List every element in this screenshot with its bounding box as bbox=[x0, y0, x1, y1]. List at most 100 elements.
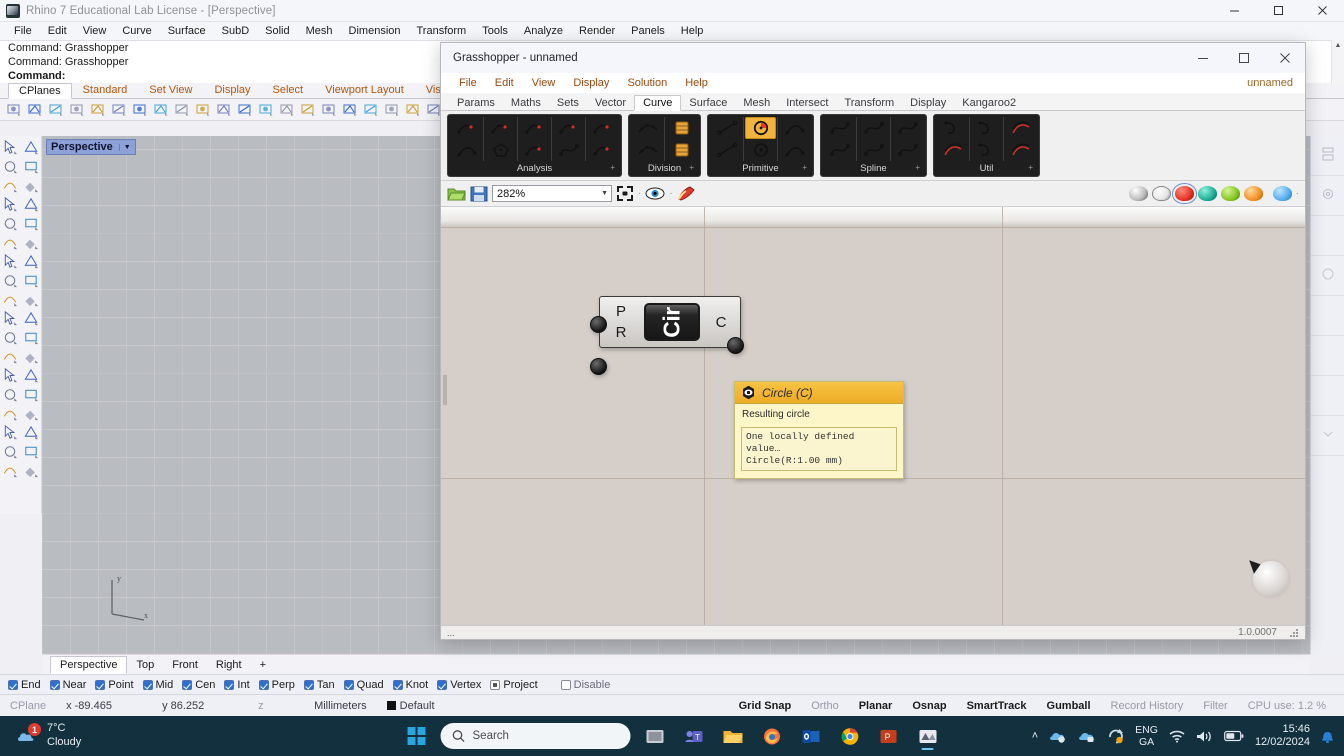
ribbon-group-expand-icon[interactable]: + bbox=[915, 163, 920, 172]
ribbon-button-curve-middle[interactable] bbox=[587, 117, 618, 139]
rhino-menu-solid[interactable]: Solid bbox=[257, 24, 297, 38]
status-toggle-ortho[interactable]: Ortho bbox=[801, 700, 849, 712]
rhino-menu-edit[interactable]: Edit bbox=[40, 24, 75, 38]
checkbox-icon[interactable] bbox=[343, 679, 354, 690]
curve-icon[interactable] bbox=[21, 214, 42, 233]
taskbar-language-indicator[interactable]: ENG GA bbox=[1135, 724, 1158, 748]
osnap-point[interactable]: Point bbox=[95, 679, 134, 691]
viewport-title-perspective[interactable]: Perspective ▼ bbox=[46, 139, 136, 155]
circle-component-body[interactable]: P R Cir C bbox=[599, 296, 741, 348]
status-layer[interactable]: Default bbox=[377, 700, 445, 712]
cplane-world-icon[interactable] bbox=[46, 100, 66, 120]
panel-section-more[interactable] bbox=[1311, 416, 1344, 456]
cplane-elevation-icon[interactable] bbox=[109, 100, 129, 120]
ribbon-button-blend-curve[interactable] bbox=[1005, 139, 1036, 161]
mesh-pts-icon[interactable] bbox=[21, 328, 42, 347]
open-named-cplane-icon[interactable] bbox=[298, 100, 318, 120]
cplane-align-icon[interactable] bbox=[403, 100, 423, 120]
gh-tab-transform[interactable]: Transform bbox=[836, 96, 902, 110]
gh-tab-mesh[interactable]: Mesh bbox=[735, 96, 778, 110]
ribbon-button-polygon-center[interactable] bbox=[485, 139, 516, 161]
panel-section-display[interactable] bbox=[1311, 256, 1344, 296]
ribbon-button-curve-deviation[interactable] bbox=[587, 139, 618, 161]
osnap-disable[interactable]: Disable bbox=[560, 679, 610, 691]
viewport-tab-perspective[interactable]: Perspective bbox=[50, 655, 128, 674]
bake-icon[interactable] bbox=[677, 185, 697, 202]
zoom-extents-icon[interactable] bbox=[616, 185, 634, 202]
taskbar-clock[interactable]: 15:46 12/02/2024 bbox=[1255, 723, 1310, 749]
ribbon-button-curve-arc[interactable] bbox=[451, 139, 482, 161]
ellipse-icon[interactable] bbox=[21, 176, 42, 195]
boolean-union-icon[interactable] bbox=[0, 290, 21, 309]
osnap-quad[interactable]: Quad bbox=[343, 679, 384, 691]
mirror-icon[interactable] bbox=[0, 385, 21, 404]
rhino-close-button[interactable] bbox=[1300, 0, 1344, 22]
checkbox-icon[interactable] bbox=[49, 679, 60, 690]
rhino-menu-dimension[interactable]: Dimension bbox=[341, 24, 409, 38]
ribbon-button-bezier-span[interactable] bbox=[892, 117, 923, 139]
ribbon-group-expand-icon[interactable]: + bbox=[1028, 163, 1033, 172]
gh-menu-view[interactable]: View bbox=[524, 76, 564, 90]
undo-view-icon[interactable] bbox=[214, 100, 234, 120]
circle-center-icon[interactable] bbox=[0, 214, 21, 233]
checkbox-icon[interactable] bbox=[142, 679, 153, 690]
update-icon[interactable] bbox=[1107, 728, 1124, 744]
box-icon[interactable] bbox=[0, 252, 21, 271]
scroll-up-arrow[interactable]: ▲ bbox=[1332, 40, 1344, 52]
surface-extrude-icon[interactable] bbox=[21, 271, 42, 290]
taskbar-app-chrome[interactable] bbox=[835, 721, 865, 751]
open-folder-icon[interactable] bbox=[447, 185, 466, 202]
viewport-tab-right[interactable]: Right bbox=[207, 657, 251, 673]
battery-icon[interactable] bbox=[1224, 730, 1244, 742]
taskbar-app-microsoft-teams[interactable]: T bbox=[679, 721, 709, 751]
canvas-scroll-handle[interactable] bbox=[443, 375, 447, 405]
onedrive-work-icon[interactable] bbox=[1078, 729, 1096, 743]
sphere-icon[interactable] bbox=[21, 252, 42, 271]
osnap-mid[interactable]: Mid bbox=[142, 679, 173, 691]
move-icon[interactable] bbox=[0, 404, 21, 423]
cplane-3pt-icon[interactable] bbox=[25, 100, 45, 120]
bell-icon[interactable] bbox=[1321, 729, 1334, 743]
checkbox-icon[interactable] bbox=[560, 679, 571, 690]
ribbon-button-curve-discontinuity[interactable] bbox=[519, 117, 550, 139]
onedrive-icon[interactable] bbox=[1049, 729, 1067, 743]
boolean-diff-icon[interactable] bbox=[21, 290, 42, 309]
ribbon-button-curve-tangent[interactable] bbox=[553, 139, 584, 161]
status-toggle-smarttrack[interactable]: SmartTrack bbox=[957, 700, 1037, 712]
grid-array-icon[interactable] bbox=[0, 423, 21, 442]
surface-edge-icon[interactable] bbox=[0, 233, 21, 252]
checkbox-icon[interactable] bbox=[437, 679, 448, 690]
output-port-circle[interactable] bbox=[727, 337, 744, 354]
scale-icon[interactable] bbox=[21, 385, 42, 404]
extrude-icon[interactable] bbox=[0, 309, 21, 328]
zoom-level-combobox[interactable]: 282% ▼ bbox=[492, 185, 612, 202]
gh-tab-display[interactable]: Display bbox=[902, 96, 954, 110]
ribbon-button-interpolate[interactable] bbox=[824, 117, 855, 139]
preview-mesh-icon[interactable] bbox=[1197, 186, 1217, 201]
input-port-radius[interactable] bbox=[590, 358, 607, 375]
gh-tab-curve[interactable]: Curve bbox=[634, 95, 682, 111]
rhino-maximize-button[interactable] bbox=[1256, 0, 1300, 22]
grasshopper-minimize-button[interactable] bbox=[1182, 43, 1223, 73]
rotate-icon[interactable] bbox=[21, 404, 42, 423]
checkbox-icon[interactable] bbox=[95, 679, 106, 690]
status-toggle-gumball[interactable]: Gumball bbox=[1037, 700, 1101, 712]
analyze-icon[interactable] bbox=[0, 461, 21, 480]
ribbon-button-nurbs-curve[interactable] bbox=[858, 117, 889, 139]
osnap-end[interactable]: End bbox=[8, 679, 41, 691]
checkbox-icon[interactable] bbox=[258, 679, 269, 690]
cplane-curve-icon[interactable] bbox=[361, 100, 381, 120]
input-port-plane[interactable] bbox=[590, 316, 607, 333]
viewport-tab-top[interactable]: Top bbox=[127, 657, 163, 673]
ribbon-button-kinky-curve[interactable] bbox=[858, 139, 889, 161]
osnap-project[interactable]: Project bbox=[490, 679, 538, 691]
grasshopper-maximize-button[interactable] bbox=[1223, 43, 1264, 73]
cplane-surface-icon[interactable] bbox=[340, 100, 360, 120]
ribbon-button-line-sdl[interactable] bbox=[711, 139, 742, 161]
gh-tab-kangaroo2[interactable]: Kangaroo2 bbox=[954, 96, 1024, 110]
ribbon-button-contour[interactable] bbox=[666, 139, 697, 161]
speaker-icon[interactable] bbox=[1196, 730, 1213, 743]
wifi-icon[interactable] bbox=[1169, 730, 1185, 743]
taskbar-app-task-view[interactable] bbox=[640, 721, 670, 751]
preview-off-icon[interactable] bbox=[1128, 186, 1148, 201]
